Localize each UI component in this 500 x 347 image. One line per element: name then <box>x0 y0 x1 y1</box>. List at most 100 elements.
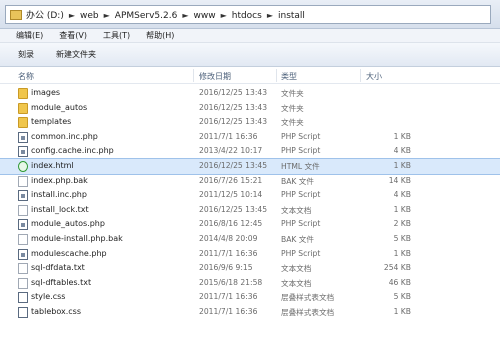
address-bar: 办公 (D:) ► web ► APMServ5.2.6 ► www ► htdocs ► inst… <box>0 0 500 29</box>
file-date: 2016/8/16 12:45 <box>199 219 263 229</box>
file-date: 2011/12/5 10:14 <box>199 190 263 200</box>
file-type: PHP Script <box>281 190 321 200</box>
new-folder-button[interactable]: 新建文件夹 <box>56 49 96 60</box>
breadcrumb: 办公 (D:) ► web ► APMServ5.2.6 ► www ► htdocs ► inst… <box>26 8 305 21</box>
column-divider[interactable] <box>193 69 194 82</box>
file-name: config.cache.inc.php <box>31 146 114 156</box>
column-divider[interactable] <box>276 69 277 82</box>
column-divider[interactable] <box>360 69 361 82</box>
breadcrumb-item[interactable]: install <box>278 11 305 21</box>
file-type: 文件夹 <box>281 89 304 98</box>
php-file-icon <box>18 131 28 143</box>
menu-view[interactable]: 查看(V) <box>59 30 87 41</box>
file-date: 2015/6/18 21:58 <box>199 277 263 287</box>
file-row[interactable]: sql-dfdata.txt 2016/9/6 9:15 文本文档 254 KB <box>0 261 500 276</box>
column-type[interactable]: 类型 <box>281 71 297 82</box>
file-row[interactable]: index.php.bak 2016/7/26 15:21 BAK 文件 14 KB <box>0 174 500 189</box>
column-header: 名称 修改日期 类型 大小 <box>0 67 500 84</box>
file-name: modulescache.php <box>31 248 107 258</box>
menu-help[interactable]: 帮助(H) <box>146 30 174 41</box>
toolbar: 刻录 新建文件夹 <box>0 43 500 67</box>
breadcrumb-separator-icon[interactable]: ► <box>267 11 273 20</box>
file-type: BAK 文件 <box>281 234 314 244</box>
file-row[interactable]: install_lock.txt 2016/12/25 13:45 文本文档 1 KB <box>0 203 500 218</box>
breadcrumb-item[interactable]: APMServ5.2.6 <box>115 11 178 21</box>
file-name: images <box>31 88 61 97</box>
file-size: 254 KB <box>383 263 411 273</box>
file-list: images 2016/12/25 13:43 文件夹 module_autos 201… <box>0 86 500 320</box>
file-size: 5 KB <box>393 233 411 243</box>
breadcrumb-separator-icon[interactable]: ► <box>104 11 110 20</box>
file-type: PHP Script <box>281 219 321 229</box>
file-type: HTML 文件 <box>281 161 320 171</box>
file-date: 2016/12/25 13:43 <box>199 88 268 97</box>
file-date: 2011/7/1 16:36 <box>199 131 258 141</box>
file-date: 2016/9/6 9:15 <box>199 263 253 273</box>
file-row[interactable]: module_autos 2016/12/25 13:43 文件夹 <box>0 101 500 116</box>
breadcrumb-item[interactable]: web <box>80 11 99 21</box>
column-name[interactable]: 名称 <box>18 71 34 82</box>
breadcrumb-item[interactable]: htdocs <box>232 11 262 21</box>
file-date: 2014/4/8 20:09 <box>199 233 258 243</box>
file-icon <box>18 175 28 187</box>
file-date: 2016/12/25 13:43 <box>199 102 268 112</box>
file-row[interactable]: module-install.php.bak 2014/4/8 20:09 BAK … <box>0 232 500 247</box>
breadcrumb-separator-icon[interactable]: ► <box>182 11 188 20</box>
file-row[interactable]: sql-dftables.txt 2015/6/18 21:58 文本文档 46 KB <box>0 276 500 291</box>
text-file-icon <box>18 263 28 275</box>
file-row[interactable]: install.inc.php 2011/12/5 10:14 PHP Script… <box>0 188 500 203</box>
file-row[interactable]: modulescache.php 2011/7/1 16:36 PHP Script… <box>0 247 500 262</box>
file-name: common.inc.php <box>31 131 98 141</box>
breadcrumb-separator-icon[interactable]: ► <box>221 11 227 20</box>
column-size[interactable]: 大小 <box>366 71 382 82</box>
file-name: sql-dfdata.txt <box>31 263 85 273</box>
file-name: templates <box>31 117 72 127</box>
file-type: 文件夹 <box>281 118 304 128</box>
php-file-icon <box>18 190 28 202</box>
file-size: 2 KB <box>393 219 411 229</box>
file-size: 1 KB <box>393 248 411 258</box>
css-file-icon <box>18 292 28 304</box>
file-row[interactable]: module_autos.php 2016/8/16 12:45 PHP Scrip… <box>0 217 500 232</box>
file-type: PHP Script <box>281 146 321 156</box>
menu-bar: 编辑(E) 查看(V) 工具(T) 帮助(H) <box>0 29 500 43</box>
burn-button[interactable]: 刻录 <box>18 49 34 60</box>
php-file-icon <box>18 248 28 260</box>
file-row[interactable]: style.css 2011/7/1 16:36 层叠样式表文档 5 KB <box>0 290 500 305</box>
file-row[interactable]: templates 2016/12/25 13:43 文件夹 <box>0 115 500 130</box>
css-file-icon <box>18 306 28 318</box>
file-row[interactable]: images 2016/12/25 13:43 文件夹 <box>0 86 500 101</box>
file-row[interactable]: tablebox.css 2011/7/1 16:36 层叠样式表文档 1 KB <box>0 305 500 320</box>
file-name: install.inc.php <box>31 190 87 200</box>
address-input[interactable]: 办公 (D:) ► web ► APMServ5.2.6 ► www ► htdocs ► inst… <box>5 5 491 24</box>
file-row[interactable]: config.cache.inc.php 2013/4/22 10:17 PHP S… <box>0 144 500 159</box>
file-size: 4 KB <box>393 190 411 200</box>
menu-tools[interactable]: 工具(T) <box>103 30 130 41</box>
file-type: 层叠样式表文档 <box>281 293 335 303</box>
file-type: 文本文档 <box>281 278 312 288</box>
file-date: 2011/7/1 16:36 <box>199 292 258 302</box>
breadcrumb-item[interactable]: 办公 (D:) <box>26 11 64 21</box>
text-file-icon <box>18 277 28 289</box>
file-date: 2011/7/1 16:36 <box>199 306 258 316</box>
folder-icon <box>18 88 28 99</box>
file-type: PHP Script <box>281 248 321 258</box>
file-date: 2016/12/25 13:43 <box>199 117 268 127</box>
file-name: sql-dftables.txt <box>31 277 92 287</box>
file-size: 4 KB <box>393 146 411 156</box>
file-name: index.html <box>31 160 74 170</box>
file-row[interactable]: common.inc.php 2011/7/1 16:36 PHP Script 1 … <box>0 130 500 145</box>
file-type: 层叠样式表文档 <box>281 307 335 317</box>
php-file-icon <box>18 219 28 231</box>
file-date: 2016/12/25 13:45 <box>199 160 268 170</box>
file-size: 1 KB <box>393 204 411 214</box>
menu-edit[interactable]: 编辑(E) <box>16 30 43 41</box>
file-row[interactable]: index.html 2016/12/25 13:45 HTML 文件 1 KB <box>0 157 500 175</box>
folder-icon <box>18 117 28 129</box>
file-type: PHP Script <box>281 131 321 141</box>
file-size: 1 KB <box>393 306 411 316</box>
breadcrumb-item[interactable]: www <box>193 11 215 21</box>
breadcrumb-separator-icon[interactable]: ► <box>69 11 75 20</box>
column-date[interactable]: 修改日期 <box>199 71 231 82</box>
php-file-icon <box>18 146 28 158</box>
